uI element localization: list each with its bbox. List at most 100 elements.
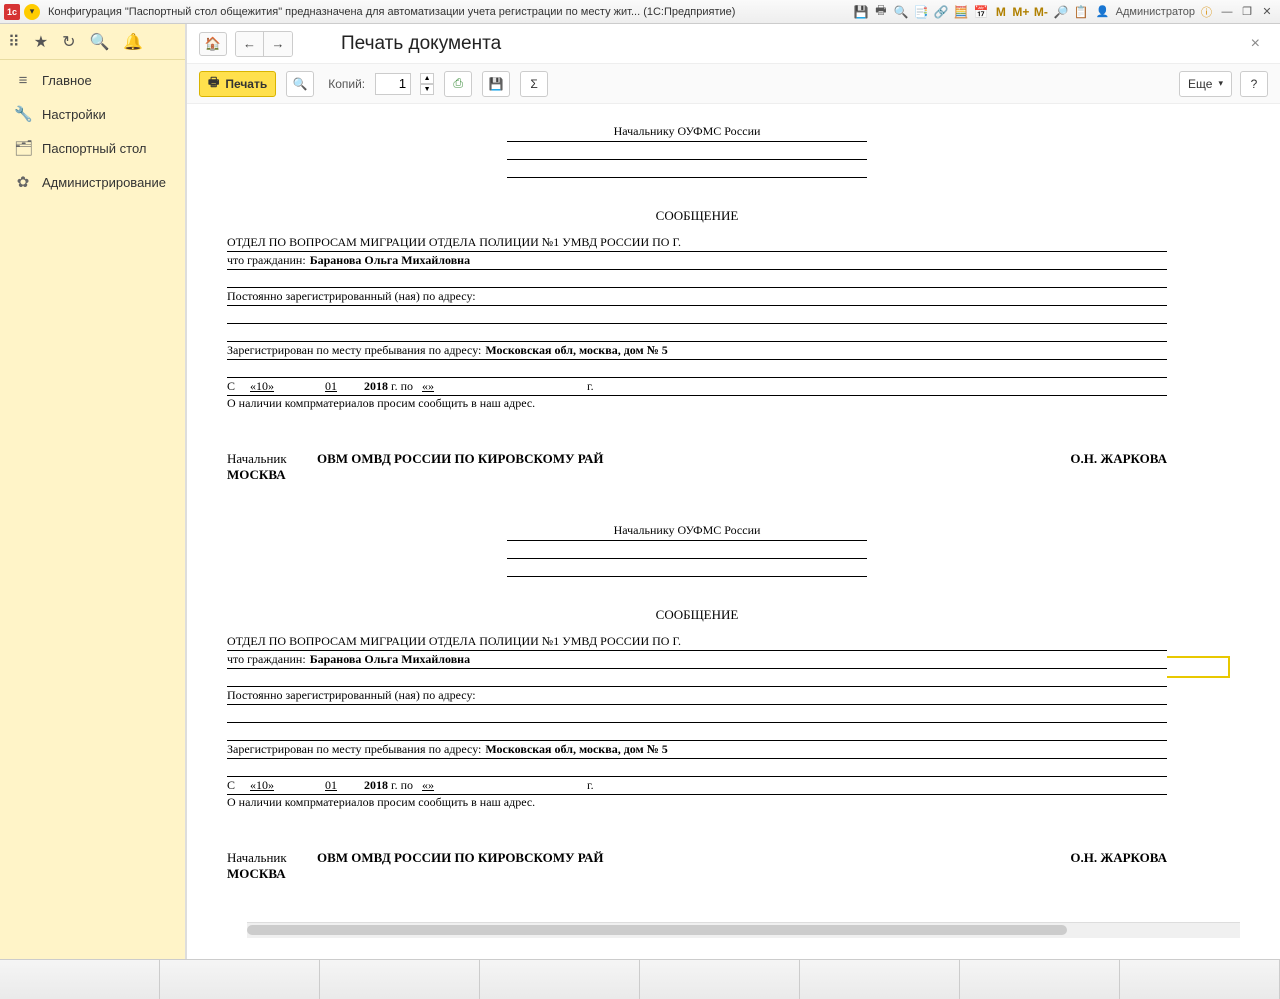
sidebar-item-label: Администрирование [42, 175, 166, 190]
titlebar: 1c ▾ Конфигурация "Паспортный стол общеж… [0, 0, 1280, 24]
sidebar-toolbar: ⠿ ★ ↻ 🔍 🔔 [0, 24, 185, 60]
blank-line [227, 270, 1167, 288]
m-plus-label[interactable]: M+ [1012, 4, 1030, 20]
print-button[interactable]: 🖶Печать [199, 71, 276, 97]
dept-line: ОТДЕЛ ПО ВОПРОСАМ МИГРАЦИИ ОТДЕЛА ПОЛИЦИ… [227, 234, 1167, 252]
dropdown-icon[interactable]: ▾ [24, 4, 40, 20]
maximize-icon[interactable]: ❐ [1238, 5, 1256, 19]
blank-line [507, 541, 867, 559]
blank-line [227, 669, 1167, 687]
tray-icon[interactable]: 📋 [1072, 4, 1090, 20]
printer-icon: 🖶 [208, 73, 219, 94]
sidebar-item-main[interactable]: ≡ Главное [0, 64, 185, 97]
template-button[interactable]: ⎙ [444, 71, 472, 97]
back-button[interactable]: ← [236, 32, 264, 56]
sidebar-item-label: Настройки [42, 107, 106, 122]
close-window-icon[interactable]: ✕ [1258, 5, 1276, 19]
preview-icon[interactable]: 🔍 [892, 4, 910, 20]
chief-city: МОСКВА [227, 866, 1167, 882]
m-minus-label[interactable]: M- [1032, 4, 1050, 20]
citizen-line: что гражданин:Баранова Ольга Михайловна [227, 252, 1167, 270]
blank-line [507, 160, 867, 178]
signature-row: Начальник ОВМ ОМВД РОССИИ ПО КИРОВСКОМУ … [227, 850, 1167, 866]
horizontal-scrollbar[interactable] [247, 922, 1240, 938]
titlebar-tools: 💾 🖶 🔍 📑 🔗 🧮 📅 M M+ M- 🔎 📋 [852, 4, 1090, 20]
app-logo: 1c [4, 4, 20, 20]
calendar-icon[interactable]: 📅 [972, 4, 990, 20]
date-line: С «10» 01 2018 г. по «» г. [227, 378, 1167, 396]
blank-line [507, 559, 867, 577]
apps-icon[interactable]: ⠿ [8, 32, 20, 52]
perm-reg-line: Постоянно зарегистрированный (ная) по ад… [227, 288, 1167, 306]
copies-input[interactable] [375, 73, 411, 95]
document-page: Начальнику ОУФМС России СООБЩЕНИЕ ОТДЕЛ … [227, 523, 1167, 882]
blank-line [507, 142, 867, 160]
window-title: Конфигурация "Паспортный стол общежития"… [48, 6, 852, 18]
toolbar: 🖶Печать 🔍 Копий: ▲▼ ⎙ 💾 Σ Еще ▾ ? [187, 64, 1280, 104]
blank-line [227, 705, 1167, 723]
dept-line: ОТДЕЛ ПО ВОПРОСАМ МИГРАЦИИ ОТДЕЛА ПОЛИЦИ… [227, 633, 1167, 651]
recipient-line: Начальнику ОУФМС России [507, 523, 867, 541]
gear-icon: ✿ [14, 173, 32, 191]
close-tab-icon[interactable]: × [1243, 31, 1268, 57]
save-doc-button[interactable]: 💾 [482, 71, 510, 97]
sidebar-item-label: Главное [42, 73, 92, 88]
blank-line [227, 324, 1167, 342]
more-button[interactable]: Еще ▾ [1179, 71, 1232, 97]
sidebar: ⠿ ★ ↻ 🔍 🔔 ≡ Главное 🔧 Настройки 🗂 Паспортны… [0, 24, 186, 959]
content: 🏠 ← → Печать документа × 🖶Печать 🔍 Копий… [186, 24, 1280, 959]
materials-note: О наличии компрматериалов просим сообщит… [227, 396, 1167, 411]
date-line: С «10» 01 2018 г. по «» г. [227, 777, 1167, 795]
zoom-icon[interactable]: 🔎 [1052, 4, 1070, 20]
links-icon[interactable]: 🔗 [932, 4, 950, 20]
compare-icon[interactable]: 📑 [912, 4, 930, 20]
chevron-down-icon: ▾ [1218, 78, 1223, 89]
signature-row: Начальник ОВМ ОМВД РОССИИ ПО КИРОВСКОМУ … [227, 451, 1167, 467]
blank-line [227, 759, 1167, 777]
m-label[interactable]: M [992, 4, 1010, 20]
materials-note: О наличии компрматериалов просим сообщит… [227, 795, 1167, 810]
page-nav: 🏠 ← → Печать документа × [187, 24, 1280, 64]
info-icon[interactable]: ⓘ [1201, 4, 1212, 20]
temp-reg-line: Зарегистрирован по месту пребывания по а… [227, 741, 1167, 759]
blank-line [227, 360, 1167, 378]
search-icon[interactable]: 🔍 [89, 32, 109, 52]
recipient-line: Начальнику ОУФМС России [507, 124, 867, 142]
sidebar-item-label: Паспортный стол [42, 141, 146, 156]
doc-heading: СООБЩЕНИЕ [227, 208, 1167, 224]
user-label[interactable]: Администратор [1116, 6, 1195, 18]
copies-label: Копий: [328, 77, 365, 91]
wrench-icon: 🔧 [14, 105, 32, 123]
user-icon: 👤 [1096, 5, 1110, 18]
calc-icon[interactable]: 🧮 [952, 4, 970, 20]
blank-line [227, 723, 1167, 741]
copies-down-icon[interactable]: ▼ [420, 84, 434, 95]
print-icon[interactable]: 🖶 [872, 4, 890, 20]
sidebar-item-admin[interactable]: ✿ Администрирование [0, 165, 185, 199]
sidebar-item-settings[interactable]: 🔧 Настройки [0, 97, 185, 131]
minimize-icon[interactable]: — [1218, 5, 1236, 19]
menu-icon: ≡ [14, 72, 32, 89]
help-button[interactable]: ? [1240, 71, 1268, 97]
save-icon[interactable]: 💾 [852, 4, 870, 20]
preview-button[interactable]: 🔍 [286, 71, 314, 97]
history-icon[interactable]: ↻ [62, 32, 75, 52]
document-area[interactable]: Начальнику ОУФМС России СООБЩЕНИЕ ОТДЕЛ … [187, 104, 1280, 959]
document-page: Начальнику ОУФМС России СООБЩЕНИЕ ОТДЕЛ … [227, 124, 1167, 483]
temp-reg-line: Зарегистрирован по месту пребывания по а… [227, 342, 1167, 360]
sidebar-item-passport[interactable]: 🗂 Паспортный стол [0, 131, 185, 165]
citizen-line: что гражданин:Баранова Ольга Михайловна [227, 651, 1167, 669]
bell-icon[interactable]: 🔔 [123, 32, 143, 52]
perm-reg-line: Постоянно зарегистрированный (ная) по ад… [227, 687, 1167, 705]
page-title: Печать документа [341, 33, 501, 55]
blank-line [227, 306, 1167, 324]
copies-up-icon[interactable]: ▲ [420, 73, 434, 84]
chief-city: МОСКВА [227, 467, 1167, 483]
statusbar [0, 959, 1280, 999]
doc-heading: СООБЩЕНИЕ [227, 607, 1167, 623]
cabinet-icon: 🗂 [14, 139, 32, 157]
sum-button[interactable]: Σ [520, 71, 548, 97]
home-button[interactable]: 🏠 [199, 32, 227, 56]
star-icon[interactable]: ★ [34, 32, 48, 52]
forward-button[interactable]: → [264, 32, 292, 56]
